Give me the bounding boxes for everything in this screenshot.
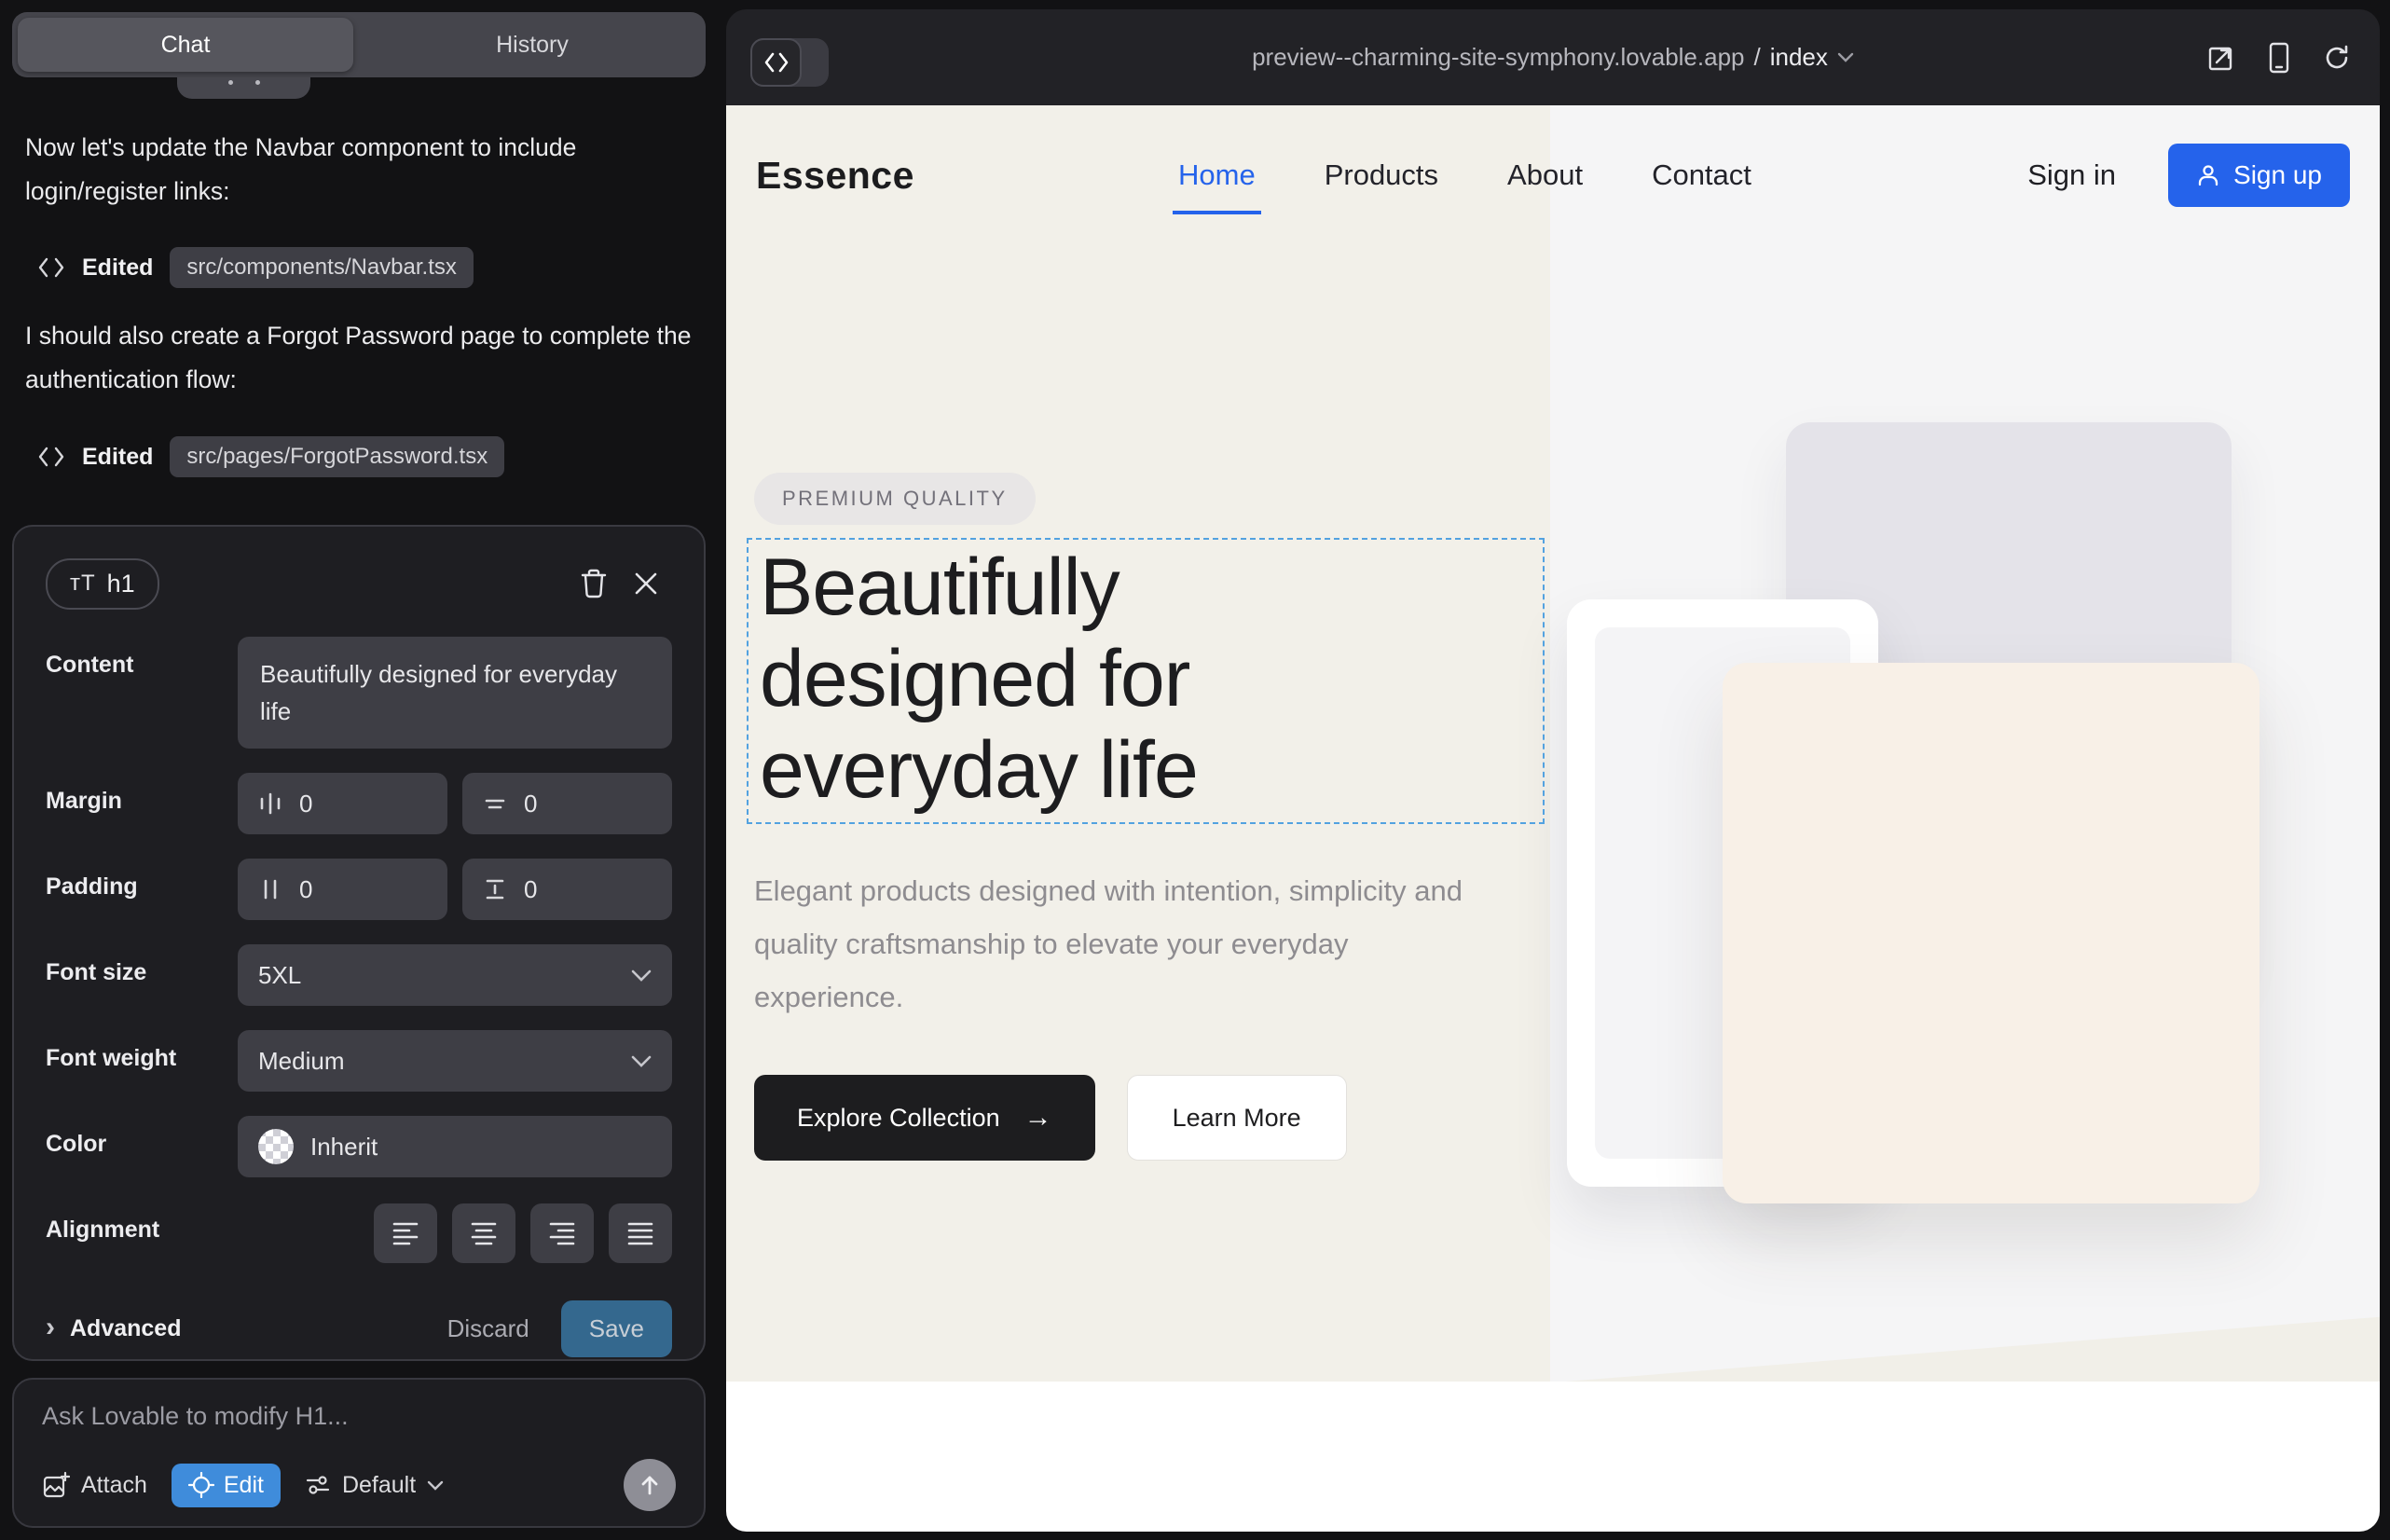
url-domain: preview--charming-site-symphony.lovable.… [1252,43,1744,72]
margin-y-input[interactable]: 0 [462,773,672,834]
code-icon [37,255,65,280]
padding-x-input[interactable]: 0 [238,859,447,920]
url-path[interactable]: index [1770,43,1828,72]
align-right-button[interactable] [530,1203,594,1263]
selected-h1-outline[interactable]: Beautifully designed for everyday life [747,538,1545,824]
preview-chrome-bar: preview--charming-site-symphony.lovable.… [726,9,2380,105]
padding-y-input[interactable]: 0 [462,859,672,920]
edited-file-chip[interactable]: src/components/Navbar.tsx [170,247,473,288]
font-size-label: Font size [46,944,238,1006]
chevron-right-icon: › [46,1313,55,1341]
color-swatch [258,1129,294,1164]
edit-mode-button[interactable]: Edit [172,1464,281,1507]
learn-more-button[interactable]: Learn More [1127,1075,1347,1161]
decorative-card-cream [1723,663,2260,1203]
edited-file-row: Edited src/components/Navbar.tsx [37,247,474,288]
nav-link-products[interactable]: Products [1325,158,1438,192]
chat-composer: Attach Edit [12,1378,706,1528]
nav-link-home[interactable]: Home [1178,158,1256,192]
assistant-message: I should also create a Forgot Password p… [25,314,693,402]
sign-in-link[interactable]: Sign in [2027,158,2116,192]
edited-label: Edited [82,254,153,282]
mobile-preview-icon[interactable] [2268,42,2290,74]
chat-sidebar: Chat History Now let's update the Navbar… [0,0,724,1540]
scrolled-message-peek [177,77,310,99]
attach-button[interactable]: Attach [42,1471,147,1499]
align-left-button[interactable] [374,1203,437,1263]
alignment-label: Alignment [46,1202,238,1263]
padding-label: Padding [46,859,238,920]
type-icon: ᴛT [70,571,96,597]
padding-horizontal-icon [258,876,282,902]
color-select[interactable]: Inherit [238,1116,672,1177]
delete-element-button[interactable] [568,557,620,610]
site-navbar: Essence Home Products About Contact Sign… [726,105,2380,245]
selected-element-badge[interactable]: ᴛT h1 [46,558,159,610]
font-size-select[interactable]: 5XL [238,944,672,1006]
font-weight-select[interactable]: Medium [238,1030,672,1092]
element-editor-panel: ᴛT h1 Content Beautifully designed for e… [12,525,706,1361]
nav-link-about[interactable]: About [1507,158,1583,192]
user-icon [2196,163,2220,187]
code-preview-toggle[interactable] [750,38,829,87]
edited-file-row: Edited src/pages/ForgotPassword.tsx [37,436,504,477]
discard-button[interactable]: Discard [447,1314,529,1343]
tab-history[interactable]: History [364,18,700,72]
sliders-icon [305,1472,331,1498]
content-label: Content [46,637,238,749]
color-label: Color [46,1116,238,1177]
chat-input[interactable] [42,1402,676,1443]
code-icon[interactable] [750,38,802,87]
vertical-spacing-icon [483,791,507,817]
advanced-toggle[interactable]: › Advanced [46,1315,181,1343]
margin-x-input[interactable]: 0 [238,773,447,834]
explore-collection-button[interactable]: Explore Collection → [754,1075,1095,1161]
preview-pane: preview--charming-site-symphony.lovable.… [726,9,2380,1532]
edited-label: Edited [82,444,153,471]
horizontal-spacing-icon [258,791,282,817]
nav-link-contact[interactable]: Contact [1652,158,1751,192]
chevron-down-icon [631,969,652,982]
site-preview: Essence Home Products About Contact Sign… [726,105,2380,1532]
edited-file-chip[interactable]: src/pages/ForgotPassword.tsx [170,436,504,477]
padding-vertical-icon [483,876,507,902]
font-weight-label: Font weight [46,1030,238,1092]
target-icon [188,1472,214,1498]
preview-url[interactable]: preview--charming-site-symphony.lovable.… [1252,43,1854,72]
hero-heading[interactable]: Beautifully designed for everyday life [760,542,1431,816]
save-button[interactable]: Save [561,1300,672,1357]
close-icon[interactable] [620,557,672,610]
chat-history-tabbar: Chat History [12,12,706,77]
hero-paragraph: Elegant products designed with intention… [754,864,1500,1024]
chevron-down-icon [631,1055,652,1067]
assistant-message: Now let's update the Navbar component to… [25,126,693,213]
margin-label: Margin [46,773,238,834]
align-justify-button[interactable] [609,1203,672,1263]
align-center-button[interactable] [452,1203,515,1263]
element-tag: h1 [107,570,135,598]
arrow-right-icon: → [1024,1102,1052,1134]
refresh-icon[interactable] [2322,43,2352,73]
url-separator: / [1754,43,1761,72]
attach-image-icon [42,1471,70,1499]
tab-chat[interactable]: Chat [18,18,353,72]
code-icon [37,445,65,469]
model-default-select[interactable]: Default [305,1472,444,1499]
send-button[interactable] [624,1459,676,1511]
content-input[interactable]: Beautifully designed for everyday life [238,637,672,749]
site-logo[interactable]: Essence [756,154,914,198]
sign-up-button[interactable]: Sign up [2168,144,2350,207]
open-external-icon[interactable] [2206,43,2236,73]
premium-quality-badge: PREMIUM QUALITY [754,473,1036,525]
